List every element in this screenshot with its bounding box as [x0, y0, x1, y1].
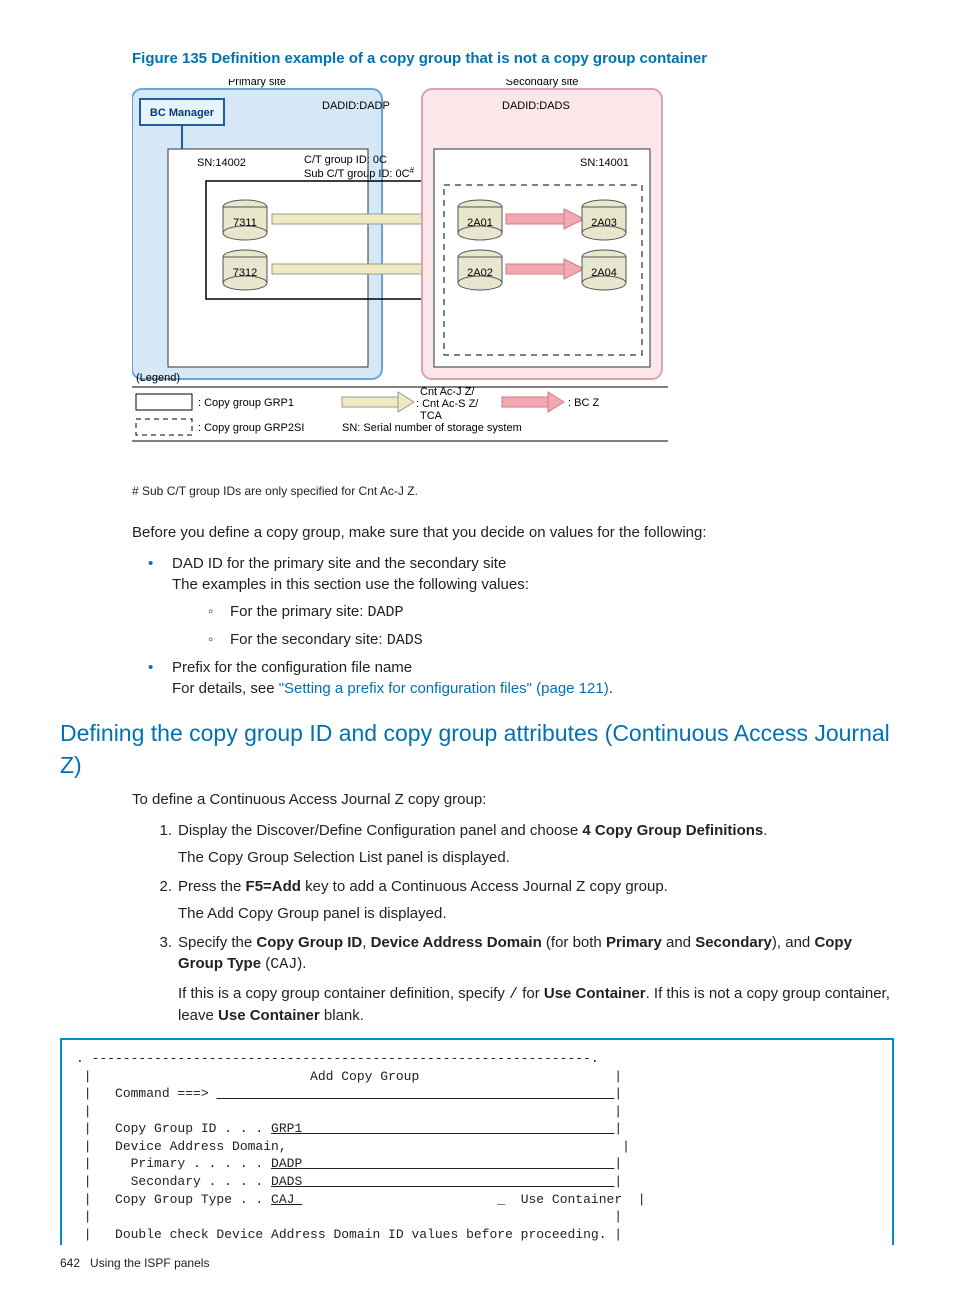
figure-title: Figure 135 Definition example of a copy … — [132, 48, 894, 69]
step-text: If this is a copy group container defini… — [178, 983, 894, 1026]
terminal-primary-input[interactable]: DADP — [271, 1156, 614, 1171]
step-bold: Secondary — [695, 934, 772, 951]
step-text: key to add a Continuous Access Journal Z… — [301, 878, 668, 895]
list-item: Specify the Copy Group ID, Device Addres… — [172, 932, 894, 1026]
svg-text:(Legend): (Legend) — [136, 372, 180, 384]
section-heading: Defining the copy group ID and copy grou… — [60, 717, 894, 781]
step-text: ( — [261, 955, 270, 972]
terminal-panel: . --------------------------------------… — [60, 1038, 894, 1245]
step-text: ). — [297, 955, 306, 972]
svg-text:Sub C/T group ID: 0C#: Sub C/T group ID: 0C# — [304, 166, 415, 181]
dadid-secondary: DADID:DADS — [502, 100, 570, 112]
list-item: Display the Discover/Define Configuratio… — [172, 820, 894, 868]
terminal-title: Add Copy Group — [92, 1069, 615, 1084]
intro-paragraph: Before you define a copy group, make sur… — [132, 522, 894, 543]
list-text: For the secondary site: — [230, 631, 387, 648]
step-bold: Primary — [606, 934, 662, 951]
link-config-prefix[interactable]: "Setting a prefix for configuration file… — [279, 680, 609, 697]
list-item: DAD ID for the primary site and the seco… — [172, 553, 894, 651]
section-intro: To define a Continuous Access Journal Z … — [132, 789, 894, 810]
terminal-line — [92, 1104, 615, 1119]
svg-text:: BC Z: : BC Z — [568, 397, 599, 409]
step-bold: Use Container — [544, 985, 646, 1002]
svg-text:SN: Serial number of storage s: SN: Serial number of storage system — [342, 422, 522, 434]
terminal-command-label: Command ===> — [92, 1086, 217, 1101]
terminal-line: . --------------------------------------… — [76, 1051, 599, 1066]
step-text: The Copy Group Selection List panel is d… — [178, 847, 894, 868]
step-bold: Use Container — [218, 1007, 320, 1024]
step-text: and — [662, 934, 695, 951]
page-footer: 642 Using the ISPF panels — [60, 1255, 894, 1272]
step-text: ), and — [772, 934, 815, 951]
step-text: , — [362, 934, 370, 951]
svg-text:2A01: 2A01 — [467, 217, 493, 229]
dadid-primary: DADID:DADP — [322, 100, 390, 112]
steps-list: Display the Discover/Define Configuratio… — [132, 820, 894, 1026]
svg-text:TCA: TCA — [420, 410, 443, 422]
terminal-line: Device Address Domain, — [92, 1139, 623, 1154]
list-item: For the primary site: DADP — [208, 601, 894, 623]
step-bold: Device Address Domain — [371, 934, 542, 951]
list-item: Press the F5=Add key to add a Continuous… — [172, 876, 894, 924]
svg-text:7311: 7311 — [233, 217, 257, 229]
terminal-secondary-input[interactable]: DADS — [271, 1174, 614, 1189]
terminal-field-label: Copy Group Type . . — [92, 1192, 271, 1207]
svg-text:2A02: 2A02 — [467, 267, 493, 279]
terminal-copy-group-type-input[interactable]: CAJ — [271, 1192, 302, 1207]
svg-text:Cnt Ac-J Z/: Cnt Ac-J Z/ — [420, 386, 475, 398]
svg-text:: Copy group GRP2SI: : Copy group GRP2SI — [198, 422, 304, 434]
step-text: The Add Copy Group panel is displayed. — [178, 903, 894, 924]
list-item: For the secondary site: DADS — [208, 629, 894, 651]
step-bold: 4 Copy Group Definitions — [582, 822, 763, 839]
code-text: DADS — [387, 632, 423, 649]
step-text: (for both — [542, 934, 606, 951]
requirements-list: DAD ID for the primary site and the seco… — [132, 553, 894, 699]
list-text: For the primary site: — [230, 603, 368, 620]
step-bold: F5=Add — [246, 878, 301, 895]
code-text: / — [509, 986, 518, 1003]
list-text: . — [609, 680, 613, 697]
terminal-warning: Double check Device Address Domain ID va… — [92, 1227, 615, 1242]
page-number: 642 — [60, 1256, 80, 1270]
terminal-copy-group-id-input[interactable]: GRP1 — [271, 1121, 614, 1136]
list-text: DAD ID for the primary site and the seco… — [172, 555, 506, 572]
terminal-command-input[interactable] — [216, 1086, 614, 1101]
figure-footnote: # Sub C/T group IDs are only specified f… — [132, 483, 894, 500]
terminal-field-label: Copy Group ID . . . — [92, 1121, 271, 1136]
svg-text:7312: 7312 — [233, 267, 257, 279]
vol-7311: 7311 — [223, 200, 267, 240]
footer-label: Using the ISPF panels — [90, 1256, 209, 1270]
terminal-line — [92, 1209, 615, 1224]
ct-group-id: C/T group ID: 0C — [304, 154, 387, 166]
list-item: Prefix for the configuration file name F… — [172, 657, 894, 699]
step-text: Display the Discover/Define Configuratio… — [178, 822, 582, 839]
list-text: For details, see — [172, 680, 279, 697]
list-text: Prefix for the configuration file name — [172, 659, 412, 676]
step-text: Press the — [178, 878, 246, 895]
diagram-figure: Primary site DADID:DADP BC Manager SN:14… — [132, 79, 894, 465]
step-text: Specify the — [178, 934, 256, 951]
svg-text:2A04: 2A04 — [591, 267, 617, 279]
svg-text:: Copy group GRP1: : Copy group GRP1 — [198, 397, 294, 409]
sub-list: For the primary site: DADP For the secon… — [208, 601, 894, 651]
primary-site-label: Primary site — [228, 79, 286, 88]
vol-7312: 7312 — [223, 250, 267, 290]
terminal-field-label: Secondary . . . . — [92, 1174, 271, 1189]
svg-text:: Cnt Ac-S Z/: : Cnt Ac-S Z/ — [416, 398, 479, 410]
svg-text:2A03: 2A03 — [591, 217, 617, 229]
sn-primary: SN:14002 — [197, 157, 246, 169]
terminal-field-label: Primary . . . . . — [92, 1156, 271, 1171]
list-text: The examples in this section use the fol… — [172, 576, 529, 593]
code-text: DADP — [368, 604, 404, 621]
terminal-use-container[interactable]: _ Use Container — [302, 1192, 637, 1207]
step-text: . — [763, 822, 767, 839]
bc-manager: BC Manager — [150, 107, 215, 119]
sn-secondary: SN:14001 — [580, 157, 629, 169]
step-bold: Copy Group ID — [256, 934, 362, 951]
secondary-site-label: Secondary site — [506, 79, 579, 88]
code-text: CAJ — [270, 956, 297, 973]
